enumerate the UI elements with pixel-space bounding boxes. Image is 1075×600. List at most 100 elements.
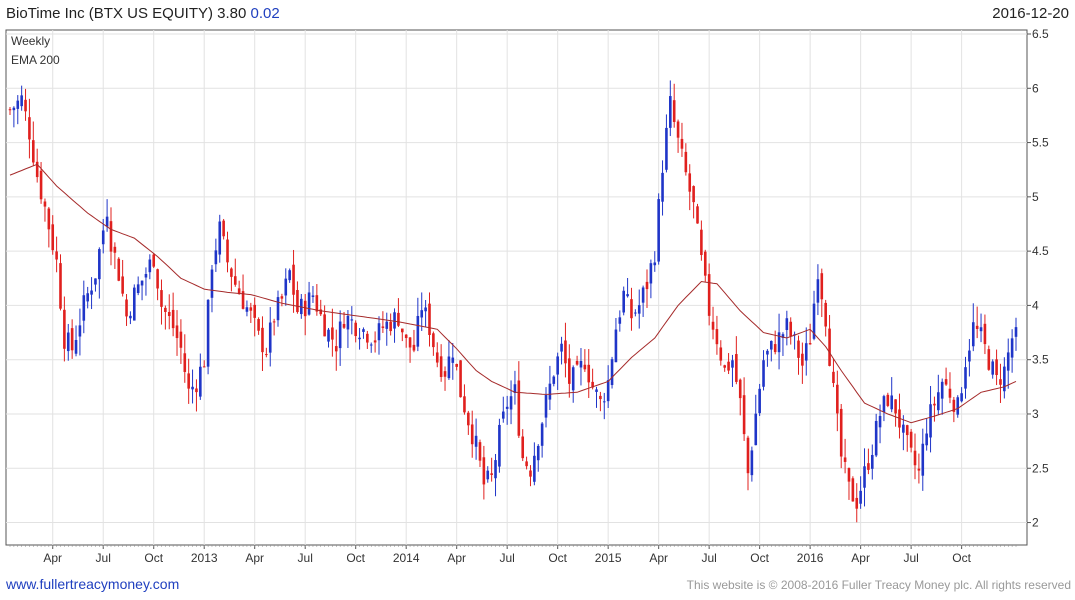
candle-body <box>634 312 637 314</box>
candle-body <box>346 315 350 330</box>
candle-body <box>292 264 295 295</box>
candle-body <box>432 333 435 348</box>
x-tick-label: Jul <box>500 551 515 565</box>
candle-body <box>968 350 971 362</box>
candle-body <box>933 403 936 406</box>
candle-body <box>377 323 381 341</box>
candle-body <box>183 353 187 372</box>
candle-body <box>548 383 552 400</box>
candle-body <box>362 329 365 332</box>
candle-body <box>226 239 229 263</box>
candle-body <box>773 344 777 353</box>
candle-body <box>517 380 521 436</box>
candle-body <box>315 295 319 312</box>
candle-body <box>191 386 194 390</box>
candle-body <box>195 388 198 393</box>
candle-body <box>552 376 556 384</box>
candle-body <box>960 393 963 402</box>
candle-body <box>595 389 598 392</box>
candle-body <box>342 323 346 328</box>
candle-body <box>39 170 43 200</box>
candle-body <box>808 343 812 345</box>
candle-body <box>253 304 257 318</box>
y-tick-label: 2.5 <box>1032 461 1049 475</box>
candle-body <box>280 296 284 299</box>
candle-body <box>284 278 288 296</box>
x-tick-label: Apr <box>851 551 870 565</box>
candle-body <box>218 221 222 255</box>
candle-body <box>470 424 474 445</box>
candle-body <box>913 450 917 466</box>
candle-body <box>839 408 843 457</box>
candle-body <box>202 366 206 368</box>
candle-body <box>354 322 357 337</box>
candle-body <box>350 319 354 321</box>
candle-body <box>804 343 808 361</box>
candle-body <box>878 415 882 428</box>
candle-body <box>501 411 505 419</box>
candle-body <box>715 329 719 345</box>
x-tick-label: 2014 <box>393 551 420 565</box>
candle-body <box>758 388 761 414</box>
candle-body <box>785 318 789 331</box>
candle-body <box>948 388 952 398</box>
candle-body <box>113 246 117 253</box>
y-tick-label: 5.5 <box>1032 136 1049 150</box>
candle-body <box>649 263 653 284</box>
candle-body <box>94 278 97 285</box>
candle-body <box>894 399 897 414</box>
candle-body <box>366 333 369 343</box>
candle-body <box>653 262 657 266</box>
candle-body <box>657 199 660 262</box>
candle-body <box>51 224 55 251</box>
y-tick-label: 4 <box>1032 298 1039 312</box>
candle-body <box>991 361 994 375</box>
candle-body <box>820 273 824 300</box>
candle-body <box>156 269 159 289</box>
candle-body <box>937 392 940 411</box>
candle-body <box>381 326 385 328</box>
candle-body <box>579 361 583 368</box>
candle-body <box>917 468 921 471</box>
candle-body <box>373 340 377 343</box>
candle-body <box>148 259 152 273</box>
candle-body <box>288 270 291 281</box>
candle-body <box>696 206 699 224</box>
candle-body <box>940 381 944 399</box>
candle-body <box>307 292 311 315</box>
site-link[interactable]: www.fullertreacymoney.com <box>6 576 179 592</box>
candle-body <box>358 337 361 340</box>
candle-body <box>859 490 862 504</box>
candle-body <box>700 229 703 256</box>
x-tick-label: Apr <box>245 551 264 565</box>
candle-body <box>187 373 190 389</box>
candle-body <box>82 295 86 321</box>
candle-body <box>630 299 633 319</box>
candle-body <box>404 334 408 339</box>
candle-body <box>882 396 886 413</box>
x-tick-label: Jul <box>96 551 111 565</box>
candle-body <box>385 321 389 329</box>
candle-body <box>478 442 482 461</box>
candle-body <box>626 294 629 297</box>
candle-body <box>1003 366 1006 392</box>
candle-body <box>754 413 758 446</box>
copyright-text: This website is © 2008-2016 Fuller Treac… <box>686 578 1071 592</box>
candle-body <box>132 287 136 321</box>
candle-body <box>610 359 614 386</box>
candle-body <box>921 443 925 476</box>
candle-body <box>420 310 424 318</box>
candle-body <box>925 433 928 446</box>
candle-body <box>665 127 668 170</box>
candle-body <box>801 353 804 366</box>
candle-body <box>680 138 684 149</box>
candle-body <box>999 379 1002 385</box>
candle-body <box>975 325 979 329</box>
x-tick-label: Oct <box>750 551 769 565</box>
candle-body <box>575 360 579 365</box>
candle-body <box>874 420 878 456</box>
candle-body <box>20 95 23 107</box>
candle-body <box>672 100 676 122</box>
candle-body <box>467 412 470 426</box>
candle-body <box>323 314 326 337</box>
